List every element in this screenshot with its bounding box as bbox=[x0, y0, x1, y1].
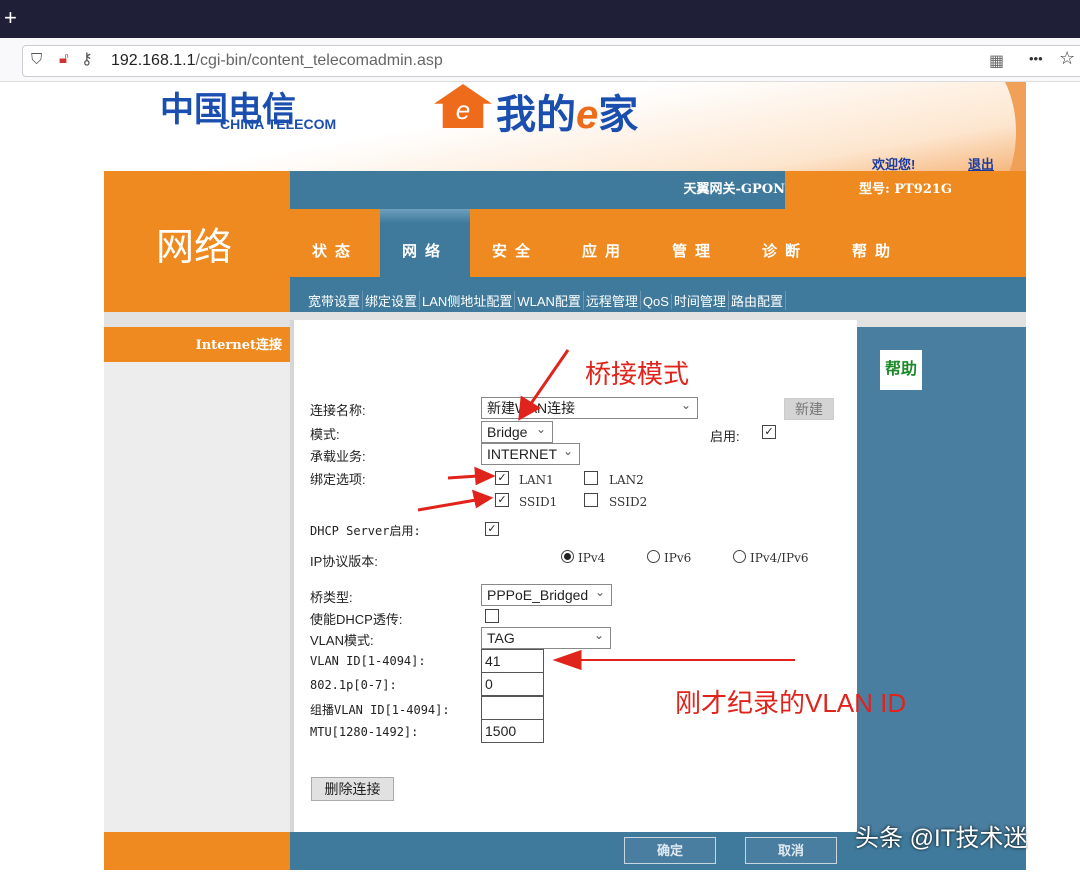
arrow-head bbox=[552, 649, 582, 671]
arrow-head bbox=[471, 489, 494, 509]
watermark: 头条 @IT技术迷 bbox=[855, 825, 1028, 852]
annotation-arrows bbox=[417, 349, 795, 671]
arrow-to-conn-name bbox=[528, 349, 570, 406]
arrow-head bbox=[474, 466, 496, 486]
arrow-to-ssid1 bbox=[417, 498, 477, 512]
arrow-head bbox=[518, 395, 541, 421]
arrow-to-lan1 bbox=[447, 474, 479, 480]
